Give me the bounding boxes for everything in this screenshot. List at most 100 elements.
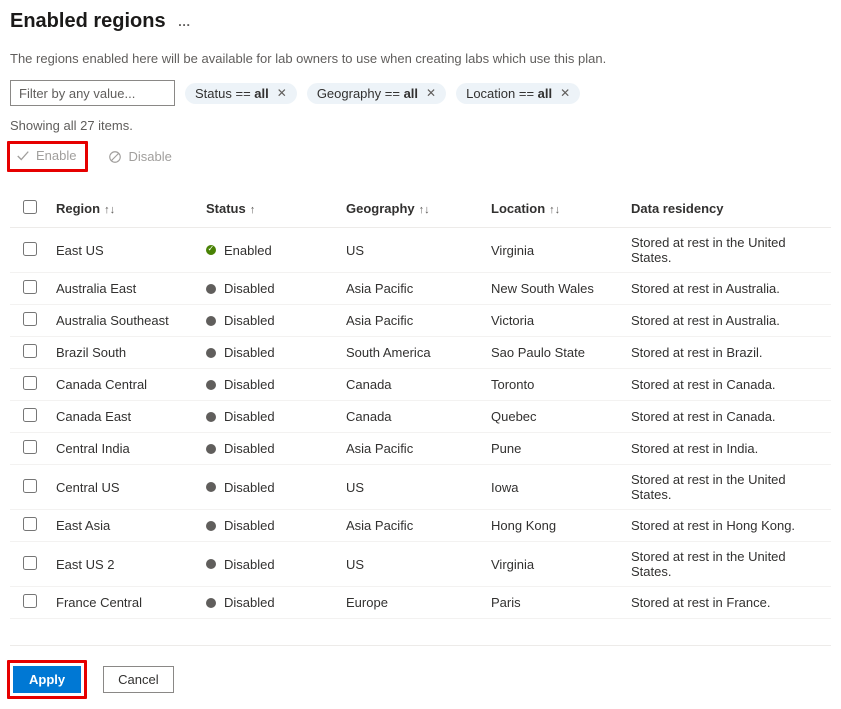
table-row[interactable]: East USEnabledUSVirginiaStored at rest i… bbox=[10, 228, 831, 273]
row-checkbox[interactable] bbox=[23, 440, 37, 454]
table-row[interactable]: Canada EastDisabledCanadaQuebecStored at… bbox=[10, 401, 831, 433]
page-header: Enabled regions … bbox=[10, 10, 831, 33]
row-checkbox[interactable] bbox=[23, 344, 37, 358]
cell-residency: Stored at rest in Hong Kong. bbox=[625, 510, 831, 542]
cell-status: Disabled bbox=[200, 337, 340, 369]
close-icon[interactable]: ✕ bbox=[426, 86, 436, 100]
table-row[interactable]: Central IndiaDisabledAsia PacificPuneSto… bbox=[10, 433, 831, 465]
check-icon bbox=[16, 149, 30, 163]
status-disabled-icon bbox=[206, 316, 216, 326]
close-icon[interactable]: ✕ bbox=[560, 86, 570, 100]
more-icon[interactable]: … bbox=[178, 14, 191, 29]
pill-label: Status == all bbox=[195, 86, 269, 101]
cell-geography: Asia Pacific bbox=[340, 273, 485, 305]
row-checkbox[interactable] bbox=[23, 280, 37, 294]
table-row[interactable]: Central USDisabledUSIowaStored at rest i… bbox=[10, 465, 831, 510]
cell-geography: US bbox=[340, 228, 485, 273]
cell-geography: US bbox=[340, 542, 485, 587]
disable-button[interactable]: Disable bbox=[102, 145, 177, 168]
cell-geography: Canada bbox=[340, 401, 485, 433]
cell-status: Disabled bbox=[200, 305, 340, 337]
page-description: The regions enabled here will be availab… bbox=[10, 51, 831, 66]
cell-status: Disabled bbox=[200, 542, 340, 587]
table-row[interactable]: Australia SoutheastDisabledAsia PacificV… bbox=[10, 305, 831, 337]
cell-geography: Asia Pacific bbox=[340, 510, 485, 542]
row-checkbox[interactable] bbox=[23, 408, 37, 422]
cell-status: Disabled bbox=[200, 587, 340, 619]
cell-residency: Stored at rest in France. bbox=[625, 587, 831, 619]
table-row[interactable]: France CentralDisabledEuropeParisStored … bbox=[10, 587, 831, 619]
cell-region: East Asia bbox=[50, 510, 200, 542]
row-checkbox[interactable] bbox=[23, 594, 37, 608]
cell-geography: US bbox=[340, 465, 485, 510]
cell-status: Disabled bbox=[200, 401, 340, 433]
cell-location: New South Wales bbox=[485, 273, 625, 305]
cell-residency: Stored at rest in the United States. bbox=[625, 542, 831, 587]
header-location[interactable]: Location↑↓ bbox=[485, 192, 625, 228]
filter-pill-status[interactable]: Status == all ✕ bbox=[185, 83, 297, 104]
cell-geography: Asia Pacific bbox=[340, 433, 485, 465]
cell-region: Canada East bbox=[50, 401, 200, 433]
cell-status: Disabled bbox=[200, 465, 340, 510]
filter-pill-location[interactable]: Location == all ✕ bbox=[456, 83, 580, 104]
filter-pill-geography[interactable]: Geography == all ✕ bbox=[307, 83, 446, 104]
footer: Apply Cancel bbox=[10, 645, 831, 699]
filter-input[interactable] bbox=[10, 80, 175, 106]
cell-geography: South America bbox=[340, 337, 485, 369]
table-row[interactable]: Australia EastDisabledAsia PacificNew So… bbox=[10, 273, 831, 305]
status-disabled-icon bbox=[206, 521, 216, 531]
cell-location: Toronto bbox=[485, 369, 625, 401]
sort-asc-icon: ↑ bbox=[250, 204, 256, 216]
cell-region: Australia Southeast bbox=[50, 305, 200, 337]
status-disabled-icon bbox=[206, 380, 216, 390]
status-disabled-icon bbox=[206, 348, 216, 358]
cell-residency: Stored at rest in Canada. bbox=[625, 401, 831, 433]
cell-location: Sao Paulo State bbox=[485, 337, 625, 369]
row-checkbox[interactable] bbox=[23, 312, 37, 326]
sort-icon: ↑↓ bbox=[549, 204, 560, 216]
cell-region: France Central bbox=[50, 587, 200, 619]
enable-button[interactable]: Enable bbox=[10, 144, 82, 167]
cell-location: Iowa bbox=[485, 465, 625, 510]
cell-status: Enabled bbox=[200, 228, 340, 273]
apply-highlight-box: Apply bbox=[7, 660, 87, 699]
cell-residency: Stored at rest in the United States. bbox=[625, 228, 831, 273]
status-disabled-icon bbox=[206, 412, 216, 422]
row-checkbox[interactable] bbox=[23, 479, 37, 493]
table-row[interactable]: Brazil SouthDisabledSouth AmericaSao Pau… bbox=[10, 337, 831, 369]
cell-region: Australia East bbox=[50, 273, 200, 305]
cell-residency: Stored at rest in Brazil. bbox=[625, 337, 831, 369]
cell-location: Paris bbox=[485, 587, 625, 619]
cell-location: Victoria bbox=[485, 305, 625, 337]
cell-status: Disabled bbox=[200, 369, 340, 401]
select-all-checkbox[interactable] bbox=[23, 200, 37, 214]
header-geography[interactable]: Geography↑↓ bbox=[340, 192, 485, 228]
status-disabled-icon bbox=[206, 284, 216, 294]
cell-status: Disabled bbox=[200, 273, 340, 305]
table-header-row: Region↑↓ Status↑ Geography↑↓ Location↑↓ … bbox=[10, 192, 831, 228]
row-checkbox[interactable] bbox=[23, 517, 37, 531]
table-row[interactable]: East AsiaDisabledAsia PacificHong KongSt… bbox=[10, 510, 831, 542]
row-checkbox[interactable] bbox=[23, 376, 37, 390]
cell-location: Hong Kong bbox=[485, 510, 625, 542]
filter-row: Status == all ✕ Geography == all ✕ Locat… bbox=[10, 80, 831, 106]
cell-status: Disabled bbox=[200, 433, 340, 465]
row-checkbox[interactable] bbox=[23, 242, 37, 256]
header-region[interactable]: Region↑↓ bbox=[50, 192, 200, 228]
cell-region: Central US bbox=[50, 465, 200, 510]
header-status[interactable]: Status↑ bbox=[200, 192, 340, 228]
cell-geography: Asia Pacific bbox=[340, 305, 485, 337]
apply-button[interactable]: Apply bbox=[13, 666, 81, 693]
cancel-button[interactable]: Cancel bbox=[103, 666, 173, 693]
table-row[interactable]: Canada CentralDisabledCanadaTorontoStore… bbox=[10, 369, 831, 401]
table-row[interactable]: East US 2DisabledUSVirginiaStored at res… bbox=[10, 542, 831, 587]
close-icon[interactable]: ✕ bbox=[277, 86, 287, 100]
status-disabled-icon bbox=[206, 444, 216, 454]
row-checkbox[interactable] bbox=[23, 556, 37, 570]
status-disabled-icon bbox=[206, 598, 216, 608]
header-select-all[interactable] bbox=[10, 192, 50, 228]
enable-button-label: Enable bbox=[36, 148, 76, 163]
cell-location: Virginia bbox=[485, 228, 625, 273]
pill-label: Geography == all bbox=[317, 86, 418, 101]
header-residency[interactable]: Data residency bbox=[625, 192, 831, 228]
